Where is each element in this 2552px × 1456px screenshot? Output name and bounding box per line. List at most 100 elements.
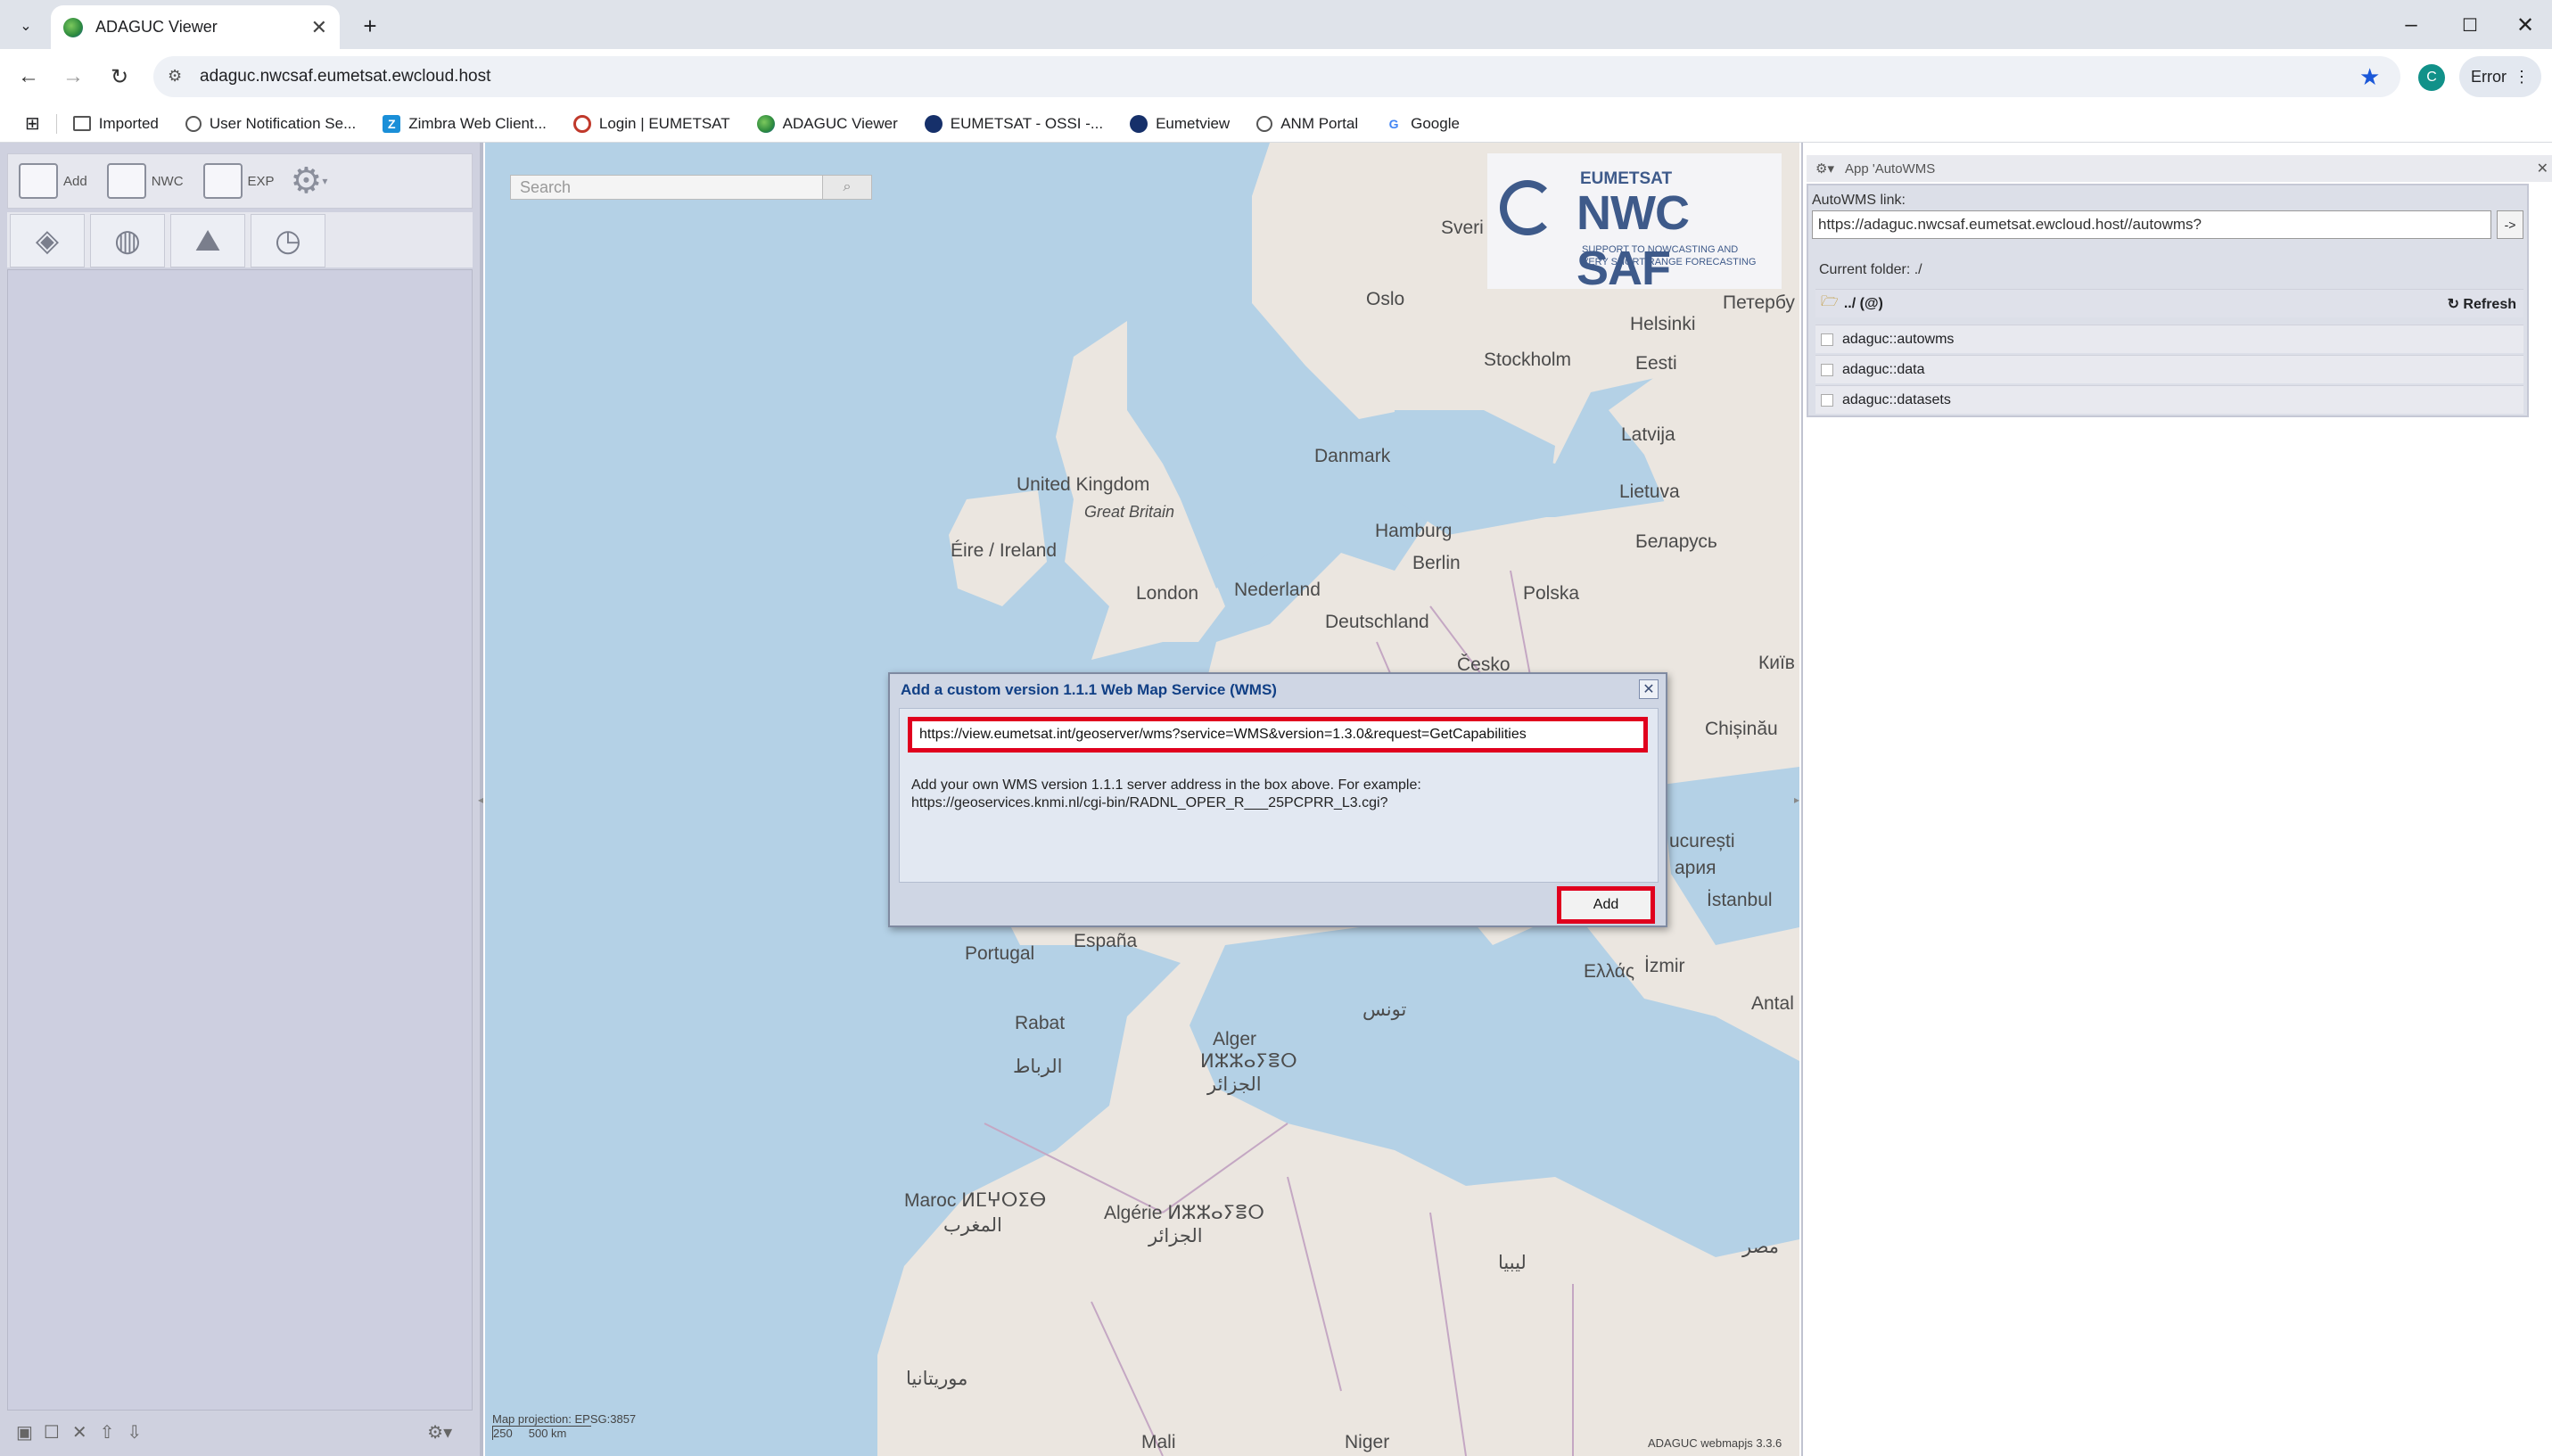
- folder-icon: [106, 163, 146, 199]
- autowms-header-title: App 'AutoWMS: [1844, 160, 1936, 177]
- profile-avatar[interactable]: C: [2418, 64, 2445, 91]
- map-label: مصر: [1742, 1237, 1780, 1257]
- map-label: Great Britain: [1084, 503, 1175, 521]
- new-tab-button[interactable]: +: [355, 11, 385, 41]
- map-label: Polska: [1523, 583, 1580, 604]
- add-wms-button[interactable]: Add: [1557, 886, 1655, 924]
- close-window-icon[interactable]: ✕: [2507, 7, 2543, 43]
- folder-item-label: adaguc::datasets: [1842, 391, 1951, 407]
- nwc-folder-button[interactable]: NWC: [106, 163, 184, 199]
- search-icon: ⌕: [843, 179, 852, 194]
- layers-icon: ◈: [35, 224, 60, 258]
- bookmark-user-notification[interactable]: User Notification Se...: [185, 115, 356, 133]
- map-label: الجزائر: [1207, 1074, 1262, 1095]
- autowms-link-value: https://adaguc.nwcsaf.eumetsat.ewcloud.h…: [1818, 216, 2202, 233]
- parent-folder-row[interactable]: 🗁 ../ (@) ↻ Refresh: [1815, 289, 2523, 317]
- map-label: ⵍⵣⵣⴰⵢⴻⵔ: [1200, 1051, 1297, 1072]
- bookmark-label: Imported: [98, 114, 159, 132]
- bookmark-adaguc-viewer[interactable]: ADAGUC Viewer: [756, 114, 898, 133]
- bookmark-zimbra[interactable]: Z Zimbra Web Client...: [383, 114, 547, 133]
- map-label: España: [1074, 931, 1138, 951]
- map-label: London: [1136, 583, 1199, 604]
- map-label: Deutschland: [1325, 612, 1429, 632]
- error-button[interactable]: Error ⋮: [2459, 56, 2541, 97]
- dialog-close-icon[interactable]: ✕: [1639, 679, 1659, 699]
- move-down-icon[interactable]: ⇩: [127, 1421, 142, 1444]
- tab-adaguc-viewer[interactable]: ADAGUC Viewer ✕: [51, 5, 340, 49]
- folder-item[interactable]: adaguc::datasets: [1815, 385, 2523, 414]
- tab-map-views[interactable]: ⛰: [170, 214, 245, 267]
- tab-time[interactable]: ◷: [251, 214, 325, 267]
- map-label: Lietuva: [1619, 481, 1680, 502]
- eumetsat-icon: [572, 114, 591, 133]
- tab-search-button[interactable]: ⌄: [11, 11, 41, 41]
- duplicate-icon[interactable]: ☐: [44, 1421, 60, 1444]
- map-label: الرباط: [1013, 1057, 1063, 1077]
- bookmark-login-eumetsat[interactable]: Login | EUMETSAT: [572, 114, 730, 133]
- add-layer-icon[interactable]: ▣: [16, 1421, 33, 1444]
- map-label: ария: [1675, 858, 1716, 878]
- autowms-link-input[interactable]: https://adaguc.nwcsaf.eumetsat.ewcloud.h…: [1812, 210, 2491, 239]
- wms-url-input[interactable]: https://view.eumetsat.int/geoserver/wms?…: [908, 717, 1648, 753]
- folder-item[interactable]: adaguc::autowms: [1815, 325, 2523, 353]
- exp-label: EXP: [247, 173, 275, 189]
- reload-icon[interactable]: ↻: [103, 61, 136, 93]
- map-label: Alger: [1213, 1029, 1257, 1049]
- settings-gear-button[interactable]: ⚙ ▾: [291, 160, 328, 202]
- map-label: الجزائر: [1148, 1226, 1203, 1246]
- url-text: adaguc.nwcsaf.eumetsat.ewcloud.host: [200, 67, 491, 86]
- map-label: Niger: [1345, 1432, 1390, 1452]
- exp-folder-button[interactable]: EXP: [202, 163, 275, 199]
- tab-layers[interactable]: ◈: [10, 214, 85, 267]
- autowms-go-button[interactable]: ->: [2497, 210, 2523, 239]
- address-bar[interactable]: ⚙ adaguc.nwcsaf.eumetsat.ewcloud.host ★: [153, 56, 2400, 97]
- map-label: Chișinău: [1705, 719, 1778, 739]
- map-label: Helsinki: [1630, 314, 1696, 334]
- map-label: Eesti: [1635, 353, 1677, 374]
- maximize-icon[interactable]: ☐: [2452, 7, 2488, 43]
- left-panel-collapse-icon[interactable]: ◂: [478, 794, 483, 806]
- map-label: İstanbul: [1707, 890, 1773, 910]
- tab-basemap[interactable]: ◍: [90, 214, 165, 267]
- folder-item[interactable]: adaguc::data: [1815, 355, 2523, 383]
- site-info-icon[interactable]: ⚙: [168, 67, 182, 86]
- parent-folder-label: ../ (@): [1843, 295, 1883, 311]
- minimize-icon[interactable]: –: [2393, 7, 2429, 43]
- globe-icon: ◍: [114, 224, 141, 258]
- back-icon[interactable]: ←: [12, 61, 45, 93]
- apps-grid-icon[interactable]: ⊞: [25, 112, 40, 135]
- nwcsaf-logo: EUMETSAT NWC SAF SUPPORT TO NOWCASTING A…: [1487, 153, 1782, 295]
- folder-icon: [202, 163, 243, 199]
- options-gear-icon[interactable]: ⚙▾: [427, 1421, 452, 1444]
- bookmark-eumetsat-ossi[interactable]: EUMETSAT - OSSI -...: [924, 114, 1103, 133]
- google-icon: G: [1388, 116, 1399, 131]
- settings-gear-icon[interactable]: ⚙▾: [1815, 160, 1834, 177]
- bookmark-eumetview[interactable]: Eumetview: [1130, 114, 1230, 133]
- bookmark-google[interactable]: G Google: [1385, 115, 1460, 133]
- forward-icon[interactable]: →: [57, 61, 89, 93]
- map-label: Algérie ⵍⵣⵣⴰⵢⴻⵔ: [1104, 1203, 1264, 1223]
- bookmark-label: Zimbra Web Client...: [408, 114, 547, 132]
- map-label: İzmir: [1644, 956, 1685, 976]
- close-tab-icon[interactable]: ✕: [311, 16, 327, 39]
- add-layer-button[interactable]: Add: [19, 163, 87, 199]
- clock-icon: ◷: [275, 224, 301, 258]
- right-panel-collapse-icon[interactable]: ▸: [1794, 794, 1799, 806]
- projection-text: Map projection: EPSG:3857: [492, 1412, 637, 1426]
- close-panel-icon[interactable]: ✕: [2537, 160, 2548, 177]
- map-label: Latvija: [1621, 424, 1675, 445]
- folder-icon: [1821, 363, 1833, 376]
- bookmark-imported[interactable]: Imported: [72, 114, 159, 133]
- autowms-header: ⚙▾ App 'AutoWMS ✕: [1807, 155, 2552, 182]
- map-search-input[interactable]: Search: [510, 175, 872, 200]
- refresh-button[interactable]: ↻ Refresh: [2448, 295, 2516, 313]
- search-button[interactable]: ⌕: [822, 175, 872, 200]
- bookmark-anm-portal[interactable]: ANM Portal: [1256, 115, 1358, 133]
- layer-toolbar: Add NWC EXP ⚙ ▾: [7, 153, 473, 209]
- move-up-icon[interactable]: ⇧: [100, 1421, 115, 1444]
- dropdown-arrow-icon: ▾: [322, 175, 328, 187]
- logo-nwcsaf: NWC SAF: [1576, 186, 1690, 295]
- delete-icon[interactable]: ✕: [72, 1421, 87, 1444]
- bookmark-star-icon[interactable]: ★: [2359, 63, 2380, 91]
- map-label: Danmark: [1314, 446, 1391, 466]
